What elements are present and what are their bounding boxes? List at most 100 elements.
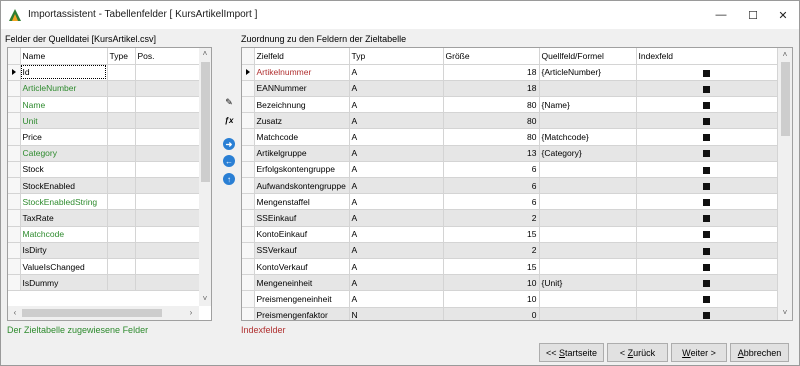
source-field-type[interactable] <box>107 242 136 259</box>
row-header[interactable] <box>8 226 21 243</box>
target-field-typ[interactable]: A <box>349 209 444 227</box>
target-field-source[interactable] <box>539 209 637 227</box>
target-field-index[interactable] <box>636 161 778 179</box>
source-field-type[interactable] <box>107 128 136 146</box>
row-header[interactable] <box>8 80 21 98</box>
target-field-index[interactable] <box>636 145 778 162</box>
target-field-name[interactable]: Matchcode <box>254 128 350 146</box>
source-field-name[interactable]: Matchcode <box>20 226 108 243</box>
source-field-row[interactable]: Category <box>8 145 200 162</box>
row-header[interactable] <box>242 161 255 179</box>
target-field-row[interactable]: Artikelnummer A 18 {ArticleNumber} <box>242 64 778 81</box>
target-field-typ[interactable]: A <box>349 193 444 211</box>
target-field-typ[interactable]: A <box>349 274 444 292</box>
source-field-type[interactable] <box>107 112 136 130</box>
row-header[interactable] <box>242 80 255 98</box>
target-field-row[interactable]: SSEinkauf A 2 <box>242 209 778 227</box>
target-field-source[interactable] <box>539 80 637 98</box>
source-field-pos[interactable] <box>135 112 200 130</box>
target-field-typ[interactable]: A <box>349 290 444 308</box>
next-button[interactable]: Weiter > <box>671 343 727 362</box>
scroll-up-arrow-icon[interactable]: ˄ <box>198 49 211 58</box>
target-field-source[interactable]: {Category} <box>539 145 637 162</box>
target-fields-grid[interactable]: Zielfeld Typ Größe Quellfeld/Formel Inde… <box>241 47 793 321</box>
source-field-type[interactable] <box>107 274 136 292</box>
source-field-pos[interactable] <box>135 177 200 195</box>
column-header-pos[interactable]: Pos. <box>135 48 200 65</box>
source-field-name[interactable]: IsDirty <box>20 242 108 259</box>
index-checkbox[interactable] <box>703 199 710 207</box>
scroll-down-arrow-icon[interactable]: ˅ <box>198 294 211 303</box>
target-field-source[interactable]: {Name} <box>539 96 637 114</box>
source-field-pos[interactable] <box>135 258 200 276</box>
row-header[interactable] <box>242 96 255 114</box>
target-field-source[interactable] <box>539 226 637 243</box>
target-field-row[interactable]: SSVerkauf A 2 <box>242 242 778 259</box>
index-checkbox[interactable] <box>703 182 710 190</box>
row-header[interactable] <box>242 307 255 320</box>
target-field-size[interactable]: 18 <box>443 80 540 98</box>
source-field-type[interactable] <box>107 258 136 276</box>
scroll-up-arrow-icon[interactable]: ˄ <box>778 50 792 59</box>
index-checkbox[interactable] <box>703 215 710 223</box>
arrow-left-icon[interactable]: ← <box>223 155 235 167</box>
source-field-pos[interactable] <box>135 242 200 259</box>
source-field-row[interactable]: TaxRate <box>8 209 200 227</box>
source-field-type[interactable] <box>107 145 136 162</box>
source-field-pos[interactable] <box>135 274 200 292</box>
target-field-name[interactable]: Artikelgruppe <box>254 145 350 162</box>
target-field-size[interactable]: 13 <box>443 145 540 162</box>
target-field-size[interactable]: 80 <box>443 128 540 146</box>
scroll-down-arrow-icon[interactable]: ˅ <box>778 308 792 317</box>
target-field-index[interactable] <box>636 177 778 195</box>
index-checkbox[interactable] <box>703 312 710 320</box>
target-field-typ[interactable]: A <box>349 258 444 276</box>
target-field-row[interactable]: Artikelgruppe A 13 {Category} <box>242 145 778 162</box>
target-field-index[interactable] <box>636 209 778 227</box>
formula-icon[interactable]: ƒx <box>223 114 235 126</box>
target-field-name[interactable]: EANNummer <box>254 80 350 98</box>
target-field-name[interactable]: Artikelnummer <box>254 64 350 81</box>
target-field-typ[interactable]: A <box>349 96 444 114</box>
target-field-index[interactable] <box>636 64 778 81</box>
source-field-type[interactable] <box>107 226 136 243</box>
source-field-row[interactable]: Unit <box>8 112 200 130</box>
source-field-type[interactable] <box>107 209 136 227</box>
target-field-typ[interactable]: N <box>349 307 444 320</box>
start-page-button[interactable]: << Startseite <box>539 343 604 362</box>
target-field-size[interactable]: 18 <box>443 64 540 81</box>
row-header[interactable] <box>242 258 255 276</box>
source-field-row[interactable]: ValueIsChanged <box>8 258 200 276</box>
target-grid-vertical-scrollbar[interactable]: ˄ ˅ <box>778 48 792 320</box>
row-header[interactable] <box>8 242 21 259</box>
row-header[interactable] <box>242 145 255 162</box>
scrollbar-thumb[interactable] <box>201 62 210 182</box>
arrow-right-icon[interactable]: ➜ <box>223 138 235 150</box>
source-grid-horizontal-scrollbar[interactable]: ‹ › <box>8 306 199 320</box>
target-field-row[interactable]: Preismengenfaktor N 0 <box>242 307 778 320</box>
target-field-typ[interactable]: A <box>349 161 444 179</box>
column-header-quellfeld[interactable]: Quellfeld/Formel <box>539 48 637 65</box>
target-field-typ[interactable]: A <box>349 128 444 146</box>
target-field-source[interactable] <box>539 193 637 211</box>
index-checkbox[interactable] <box>703 166 710 174</box>
target-field-source[interactable] <box>539 258 637 276</box>
source-field-name[interactable]: ValueIsChanged <box>20 258 108 276</box>
column-header-indexfeld[interactable]: Indexfeld <box>636 48 778 65</box>
target-field-row[interactable]: Bezeichnung A 80 {Name} <box>242 96 778 114</box>
source-field-type[interactable] <box>107 193 136 211</box>
row-header[interactable] <box>8 64 21 81</box>
target-field-source[interactable] <box>539 242 637 259</box>
target-field-source[interactable]: {ArticleNumber} <box>539 64 637 81</box>
target-field-source[interactable] <box>539 112 637 130</box>
target-field-row[interactable]: Matchcode A 80 {Matchcode} <box>242 128 778 146</box>
target-field-typ[interactable]: A <box>349 64 444 81</box>
target-field-source[interactable] <box>539 290 637 308</box>
index-checkbox[interactable] <box>703 279 710 287</box>
source-field-pos[interactable] <box>135 128 200 146</box>
index-checkbox[interactable] <box>703 134 710 142</box>
source-field-pos[interactable] <box>135 96 200 114</box>
row-header[interactable] <box>8 193 21 211</box>
target-field-index[interactable] <box>636 307 778 320</box>
target-field-source[interactable]: {Unit} <box>539 274 637 292</box>
